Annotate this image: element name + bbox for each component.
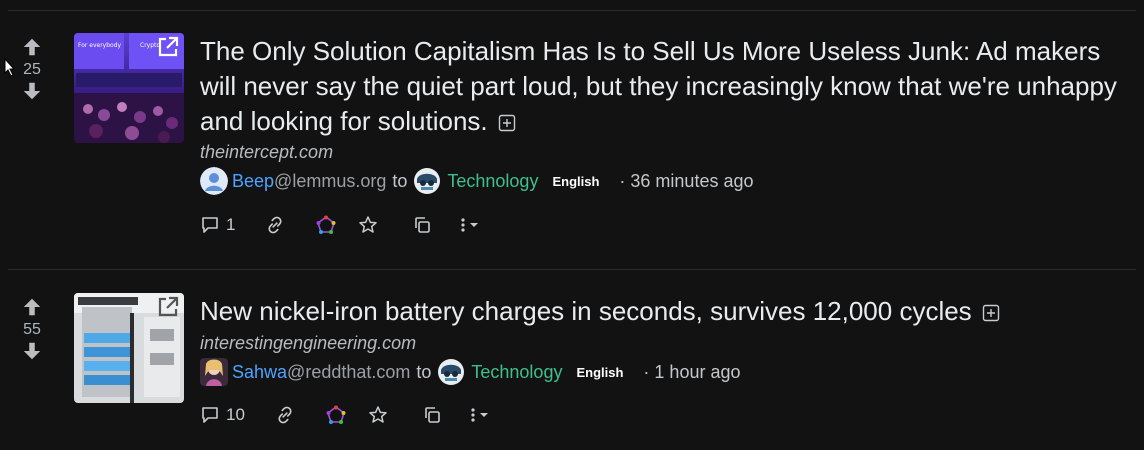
post-title-text[interactable]: New nickel-iron battery charges in secon… <box>200 296 972 326</box>
more-vertical-icon <box>461 218 465 232</box>
user-instance[interactable]: @lemmus.org <box>274 171 386 192</box>
post-score: 25 <box>23 61 41 78</box>
link-icon <box>268 216 282 234</box>
to-label: to <box>392 170 408 191</box>
more-options-button[interactable] <box>468 400 490 430</box>
community-icon[interactable] <box>413 167 441 195</box>
fediverse-link-button[interactable] <box>316 210 336 240</box>
upvote-button[interactable] <box>14 296 50 320</box>
comments-button[interactable]: 10 <box>200 400 245 430</box>
post-title-text[interactable]: The Only Solution Capitalism Has Is to S… <box>200 36 1117 136</box>
post-time: · 36 minutes ago <box>619 170 754 191</box>
downvote-button[interactable] <box>14 340 50 364</box>
fediverse-link-button[interactable] <box>326 400 346 430</box>
user-link[interactable]: Sahwa <box>232 362 287 383</box>
comment-count: 10 <box>226 405 245 424</box>
expand-icon[interactable] <box>982 296 1000 331</box>
comments-button[interactable]: 1 <box>200 210 235 240</box>
post-title[interactable]: The Only Solution Capitalism Has Is to S… <box>200 34 1125 141</box>
language-label: English <box>552 173 600 189</box>
cross-post-button[interactable] <box>422 400 442 430</box>
arrow-up-icon <box>23 38 41 56</box>
more-options-button[interactable] <box>458 210 480 240</box>
user-link[interactable]: Beep <box>232 171 274 192</box>
arrow-down-icon <box>23 342 41 360</box>
more-vertical-icon <box>471 408 475 422</box>
copy-icon <box>425 407 440 423</box>
post-thumbnail[interactable]: For everybody Crypto <box>74 33 184 143</box>
expand-icon[interactable] <box>498 106 516 141</box>
language-label: English <box>576 364 624 380</box>
copy-link-button[interactable] <box>274 400 296 430</box>
link-icon <box>278 406 292 424</box>
community-link[interactable]: Technology <box>447 171 538 192</box>
arrow-up-icon <box>23 298 41 316</box>
fediverse-icon <box>326 405 346 424</box>
fediverse-icon <box>316 215 336 234</box>
external-link-icon <box>158 36 179 57</box>
copy-icon <box>415 217 430 233</box>
comment-icon <box>202 217 218 233</box>
post-meta: Sahwa @reddthat.com to Technology English… <box>200 358 741 386</box>
cross-post-button[interactable] <box>412 210 432 240</box>
post-thumbnail[interactable] <box>74 293 184 403</box>
user-avatar[interactable] <box>200 358 228 386</box>
post-time: · 1 hour ago <box>643 361 741 382</box>
user-avatar[interactable] <box>200 167 228 195</box>
vote-column: 55 <box>14 296 50 364</box>
user-instance[interactable]: @reddthat.com <box>287 362 410 383</box>
external-link-icon <box>158 296 179 317</box>
post-domain[interactable]: interestingengineering.com <box>200 333 416 354</box>
community-icon[interactable] <box>437 358 465 386</box>
arrow-down-icon <box>23 82 41 100</box>
caret-down-icon <box>480 413 488 417</box>
community-link[interactable]: Technology <box>471 362 562 383</box>
comment-icon <box>202 407 218 423</box>
star-icon <box>369 406 387 423</box>
caret-down-icon <box>470 223 478 227</box>
upvote-button[interactable] <box>14 36 50 60</box>
vote-column: 25 <box>14 36 50 104</box>
save-button[interactable] <box>358 210 378 240</box>
post-meta: Beep @lemmus.org to Technology English · … <box>200 167 753 195</box>
to-label: to <box>416 361 432 382</box>
copy-link-button[interactable] <box>264 210 286 240</box>
star-icon <box>359 216 377 233</box>
top-divider <box>8 10 1136 11</box>
save-button[interactable] <box>368 400 388 430</box>
post-title[interactable]: New nickel-iron battery charges in secon… <box>200 294 1125 331</box>
downvote-button[interactable] <box>14 80 50 104</box>
post-domain[interactable]: theintercept.com <box>200 142 333 163</box>
post-score: 55 <box>23 321 41 338</box>
post-divider <box>8 269 1136 270</box>
comment-count: 1 <box>226 215 236 234</box>
thumbnail-text: For everybody <box>78 42 122 49</box>
